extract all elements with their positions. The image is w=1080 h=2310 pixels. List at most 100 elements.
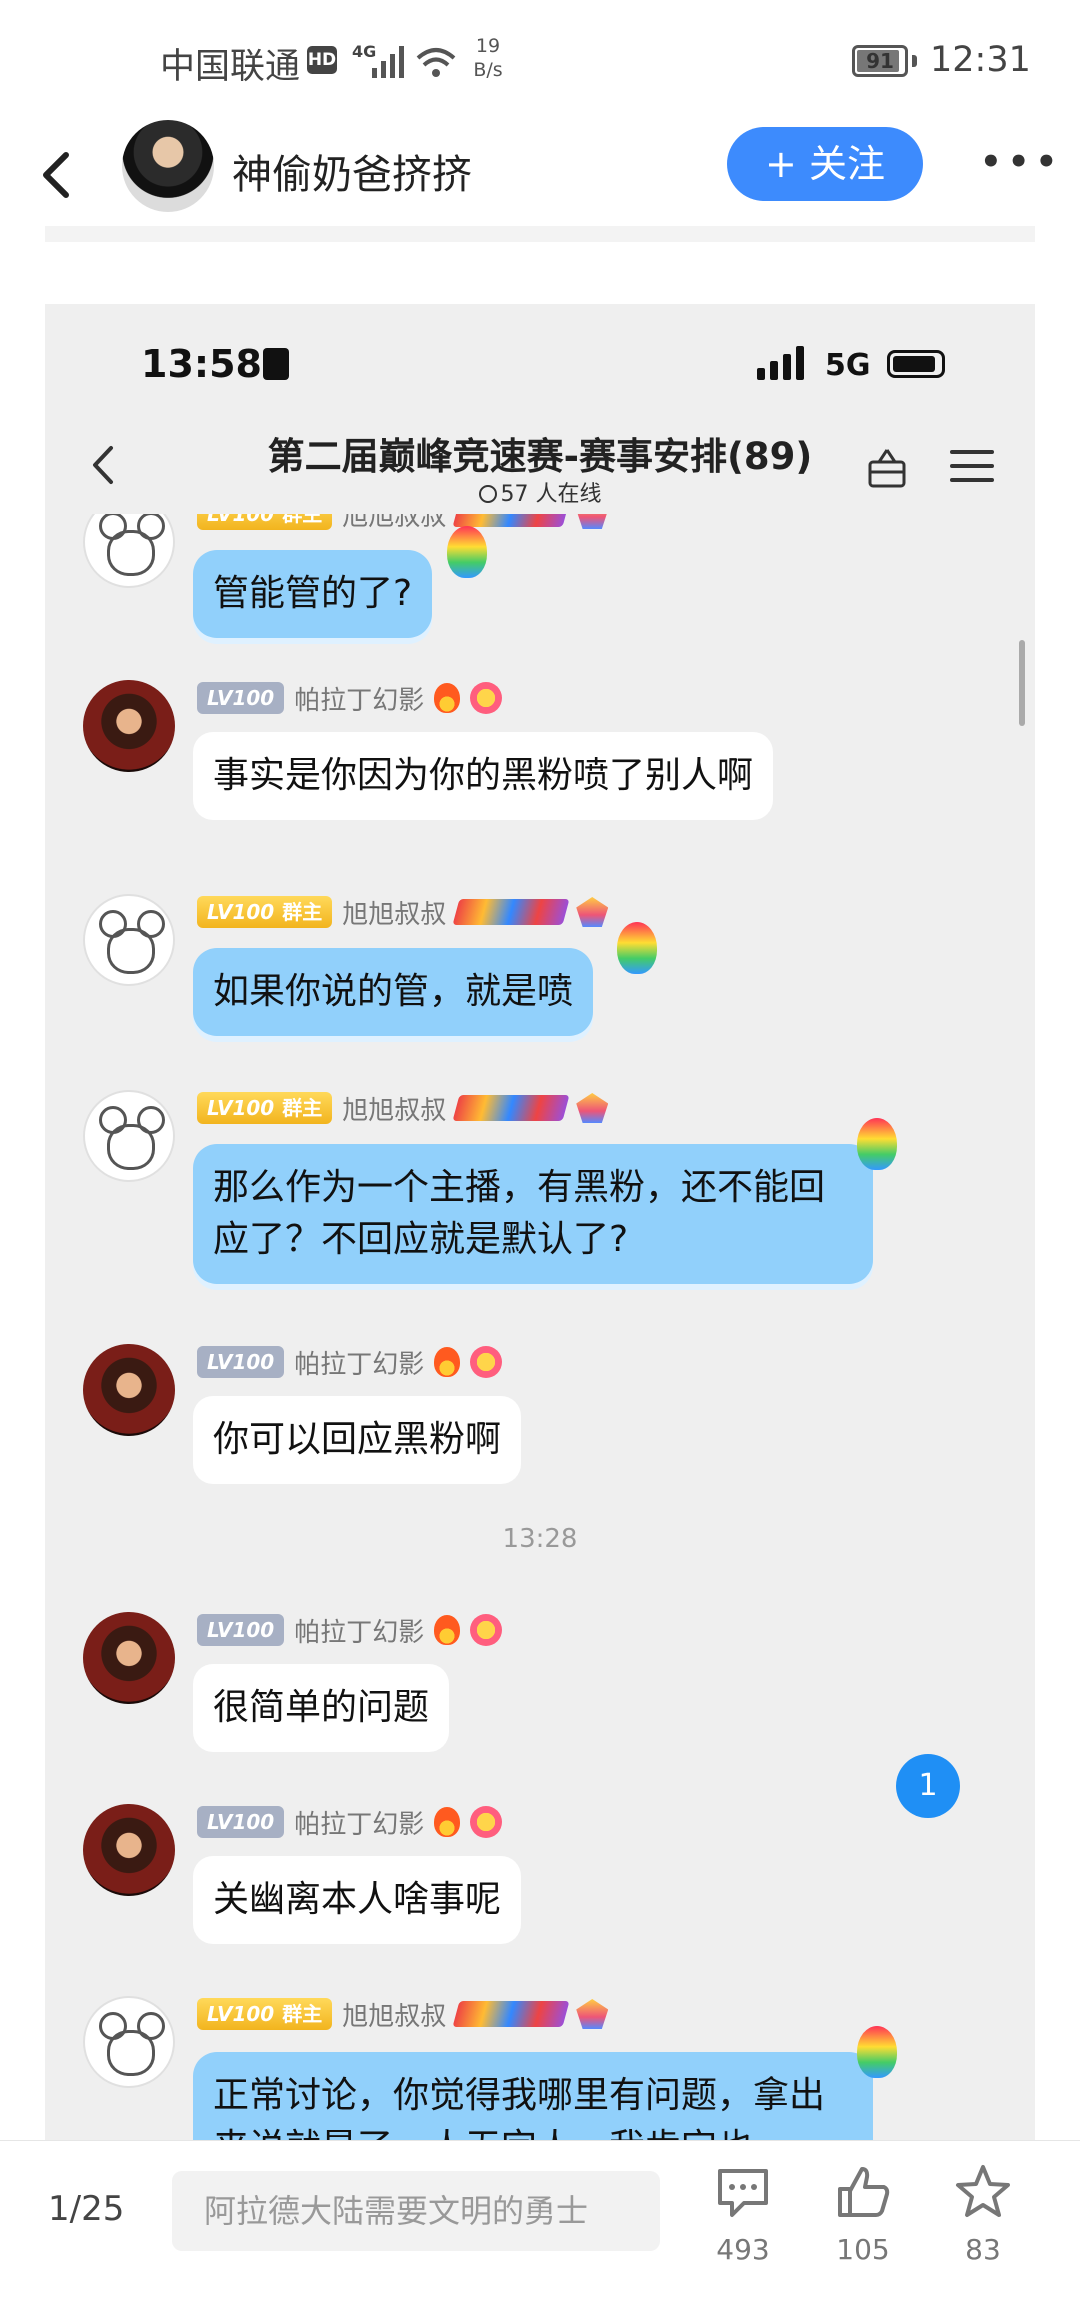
- flower-icon: [470, 1614, 503, 1646]
- screenshot-network: 5G: [825, 348, 871, 383]
- message-meta: LV100 帕拉丁幻影: [197, 1804, 503, 1840]
- badge-decoration: [452, 899, 570, 925]
- divider: [45, 226, 1035, 242]
- bottom-bar: 1/25 493 105 83: [0, 2140, 1080, 2310]
- screenshot-status-bar: 13:58 5G: [45, 304, 1035, 404]
- hd-icon: HD: [307, 46, 337, 74]
- message-meta: LV100 群主 旭旭叔叔: [197, 1090, 609, 1126]
- comment-button[interactable]: 493: [698, 2163, 788, 2283]
- sender-name: 旭旭叔叔: [342, 514, 447, 532]
- badge-decoration: [576, 514, 609, 529]
- network-speed: 19 B/s: [473, 35, 503, 81]
- status-bar: 中国联通 HD 4G 19 B/s 91 12:31: [0, 0, 1080, 125]
- message-bubble: 如果你说的管，就是喷: [193, 948, 594, 1036]
- balloon-icon: [617, 922, 657, 974]
- message-bubble: 正常讨论，你觉得我哪里有问题，拿出来说就是了，人无完人，我肯定也: [193, 2052, 873, 2140]
- sender-name: 帕拉丁幻影: [294, 1349, 425, 1380]
- back-icon[interactable]: [28, 140, 88, 210]
- flame-icon: [434, 1347, 461, 1377]
- like-button[interactable]: 105: [818, 2163, 908, 2283]
- poster-name[interactable]: 神偷奶爸挤挤: [232, 142, 472, 200]
- message-bubble: 那么作为一个主播，有黑粉，还不能回应了？不回应就是默认了?: [193, 1144, 873, 1284]
- battery-cap: [912, 55, 917, 67]
- badge-decoration: [452, 1095, 570, 1121]
- message-meta: LV100 群主 旭旭叔叔: [197, 514, 609, 532]
- avatar: [83, 514, 175, 588]
- level-badge: LV100 群主: [197, 514, 333, 530]
- post-image[interactable]: 13:58 5G 第二届巅峰竞速赛-赛事安排(89) 57 人在线 LV100 …: [45, 304, 1035, 2140]
- comment-icon: [718, 2169, 768, 2217]
- sender-name: 帕拉丁幻影: [294, 1617, 425, 1648]
- level-badge: LV100: [197, 1614, 285, 1646]
- like-count: 105: [836, 2233, 890, 2266]
- badge-decoration: [576, 897, 609, 927]
- message-meta: LV100 群主 旭旭叔叔: [197, 1996, 609, 2032]
- message-bubble: 管能管的了?: [193, 550, 433, 638]
- sender-name: 帕拉丁幻影: [294, 685, 425, 716]
- message-meta: LV100 帕拉丁幻影: [197, 680, 503, 716]
- online-icon: [478, 485, 497, 503]
- avatar: [83, 1804, 175, 1896]
- follow-button[interactable]: + 关注: [727, 127, 923, 201]
- scrollbar[interactable]: [1019, 640, 1025, 726]
- status-time: 12:31: [930, 40, 1031, 80]
- message-bubble: 你可以回应黑粉啊: [193, 1396, 522, 1484]
- comment-input[interactable]: [172, 2171, 660, 2251]
- like-icon: [838, 2167, 890, 2217]
- level-badge: LV100 群主: [197, 1998, 333, 2030]
- avatar: [83, 1996, 175, 2088]
- sender-name: 旭旭叔叔: [342, 1095, 447, 1126]
- group-nav: 第二届巅峰竞速赛-赛事安排(89) 57 人在线: [45, 404, 1035, 514]
- avatar: [83, 894, 175, 986]
- favorite-button[interactable]: 83: [938, 2163, 1028, 2283]
- message-bubble: 关幽离本人啥事呢: [193, 1856, 522, 1944]
- screenshot-signal-icon: [757, 346, 804, 380]
- id-card-icon: [263, 348, 289, 380]
- post-header: 神偷奶爸挤挤 + 关注 •••: [0, 120, 1080, 230]
- balloon-icon: [447, 526, 487, 578]
- avatar: [83, 1090, 175, 1182]
- carrier-name: 中国联通: [160, 47, 301, 87]
- comment-count: 493: [716, 2233, 770, 2266]
- time-divider: 13:28: [502, 1524, 578, 1554]
- message-bubble: 事实是你因为你的黑粉喷了别人啊: [193, 732, 774, 820]
- sender-name: 旭旭叔叔: [342, 899, 447, 930]
- sender-name: 帕拉丁幻影: [294, 1809, 425, 1840]
- signal-icon: [372, 46, 404, 78]
- poster-avatar[interactable]: [122, 120, 214, 212]
- page-indicator: 1/25: [48, 2189, 125, 2229]
- level-badge: LV100 群主: [197, 896, 333, 928]
- avatar: [83, 680, 175, 772]
- message-meta: LV100 帕拉丁幻影: [197, 1612, 503, 1648]
- more-icon[interactable]: •••: [980, 142, 1060, 182]
- screenshot-battery-icon: [887, 350, 945, 378]
- badge-decoration: [452, 2001, 570, 2027]
- message-bubble: 很简单的问题: [193, 1664, 450, 1752]
- badge-decoration: [452, 514, 570, 527]
- level-badge: LV100: [197, 1346, 285, 1378]
- battery-icon: 91: [852, 45, 908, 77]
- favorite-icon: [956, 2165, 1010, 2217]
- unread-badge[interactable]: 1: [896, 1754, 960, 1818]
- avatar: [83, 1612, 175, 1704]
- level-badge: LV100 群主: [197, 1092, 333, 1124]
- badge-decoration: [576, 1093, 609, 1123]
- flame-icon: [434, 683, 461, 713]
- balloon-icon: [857, 1118, 897, 1170]
- balloon-icon: [857, 2026, 897, 2078]
- flame-icon: [434, 1615, 461, 1645]
- message-meta: LV100 帕拉丁幻影: [197, 1344, 503, 1380]
- flame-icon: [434, 1807, 461, 1837]
- chat-list: LV100 群主 旭旭叔叔 管能管的了? LV100 帕拉丁幻影 事实是你因为你的…: [45, 514, 1035, 2140]
- level-badge: LV100: [197, 682, 285, 714]
- sender-name: 旭旭叔叔: [342, 2001, 447, 2032]
- badge-decoration: [576, 1999, 609, 2029]
- flower-icon: [470, 682, 503, 714]
- menu-icon: [950, 450, 994, 482]
- wifi-icon: [416, 48, 456, 77]
- message-meta: LV100 群主 旭旭叔叔: [197, 894, 609, 930]
- flower-icon: [470, 1806, 503, 1838]
- level-badge: LV100: [197, 1806, 285, 1838]
- favorite-count: 83: [965, 2233, 1001, 2266]
- avatar: [83, 1344, 175, 1436]
